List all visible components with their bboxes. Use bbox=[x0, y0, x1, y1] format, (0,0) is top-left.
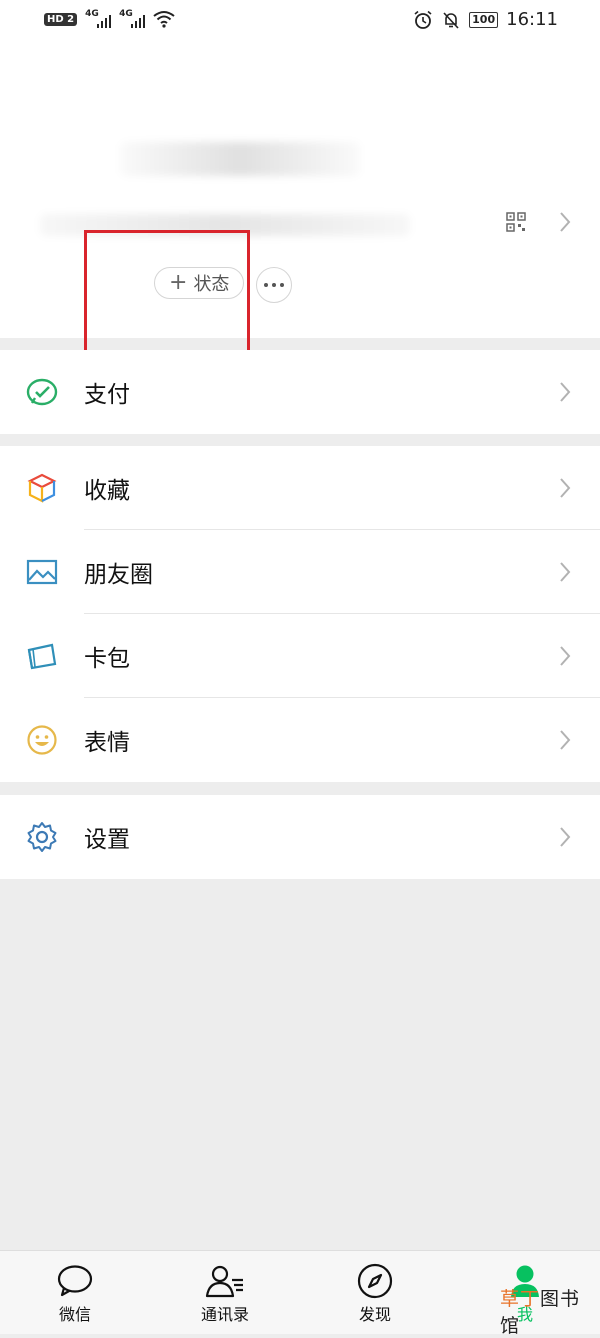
add-status-button[interactable]: + 状态 bbox=[154, 267, 245, 299]
tab-label-discover: 发现 bbox=[358, 1305, 391, 1324]
signal-icon: 4G bbox=[119, 9, 146, 28]
menu-group-pay: 支付 bbox=[0, 350, 600, 434]
wifi-icon bbox=[153, 11, 175, 28]
alarm-icon bbox=[414, 10, 432, 29]
plus-icon: + bbox=[169, 270, 188, 295]
menu-label-pay: 支付 bbox=[84, 382, 130, 408]
menu-item-pay[interactable]: 支付 bbox=[0, 350, 600, 434]
clock: 16:11 bbox=[506, 9, 558, 30]
menu-item-moments[interactable]: 朋友圈 bbox=[0, 530, 600, 614]
moments-photo-icon bbox=[26, 559, 58, 585]
tab-chats[interactable]: 微信 bbox=[20, 1263, 130, 1325]
chevron-right-icon bbox=[560, 478, 571, 498]
chevron-right-icon bbox=[560, 646, 571, 666]
chevron-right-icon bbox=[560, 562, 571, 582]
signal-icon: 4G bbox=[85, 9, 112, 28]
watermark: 草丁图书馆 bbox=[500, 1288, 581, 1337]
menu-item-settings[interactable]: 设置 bbox=[0, 795, 600, 879]
compass-icon bbox=[357, 1263, 393, 1299]
tab-contacts[interactable]: 通讯录 bbox=[170, 1263, 280, 1325]
pay-icon bbox=[26, 378, 58, 406]
chevron-right-icon bbox=[560, 730, 571, 750]
menu-label-favorites: 收藏 bbox=[84, 478, 130, 504]
menu-item-stickers[interactable]: 表情 bbox=[0, 698, 600, 782]
chevron-right-icon bbox=[560, 827, 571, 847]
qr-code-icon[interactable] bbox=[506, 212, 526, 232]
wechat-id-blurred bbox=[40, 214, 410, 236]
more-button[interactable] bbox=[256, 267, 292, 303]
chat-bubble-icon bbox=[57, 1265, 93, 1297]
smiley-icon bbox=[27, 725, 57, 755]
menu-item-cards[interactable]: 卡包 bbox=[0, 614, 600, 698]
settings-gear-icon bbox=[27, 822, 57, 852]
chevron-right-icon bbox=[560, 382, 571, 402]
tab-label-chats: 微信 bbox=[58, 1305, 91, 1324]
hd-badge: HD 2 bbox=[44, 12, 78, 26]
menu-label-moments: 朋友圈 bbox=[84, 562, 153, 588]
status-label: 状态 bbox=[193, 274, 230, 295]
tab-discover[interactable]: 发现 bbox=[320, 1263, 430, 1325]
contacts-icon bbox=[205, 1265, 243, 1298]
mute-bell-icon bbox=[443, 11, 459, 29]
status-bar: HD 2 4G 4G 100 16:11 bbox=[0, 0, 600, 42]
nickname-blurred bbox=[120, 142, 360, 176]
menu-label-stickers: 表情 bbox=[84, 730, 130, 756]
card-wallet-icon bbox=[27, 643, 57, 670]
favorites-cube-icon bbox=[27, 473, 57, 503]
profile-header[interactable]: + 状态 bbox=[0, 42, 600, 338]
menu-label-cards: 卡包 bbox=[84, 646, 130, 672]
menu-group-main: 收藏 朋友圈 卡包 表情 bbox=[0, 446, 600, 782]
menu-item-favorites[interactable]: 收藏 bbox=[0, 446, 600, 530]
menu-label-settings: 设置 bbox=[84, 827, 130, 853]
battery-icon: 100 bbox=[469, 11, 499, 28]
menu-group-settings: 设置 bbox=[0, 795, 600, 879]
chevron-right-icon[interactable] bbox=[558, 210, 572, 234]
tab-label-contacts: 通讯录 bbox=[200, 1305, 249, 1324]
